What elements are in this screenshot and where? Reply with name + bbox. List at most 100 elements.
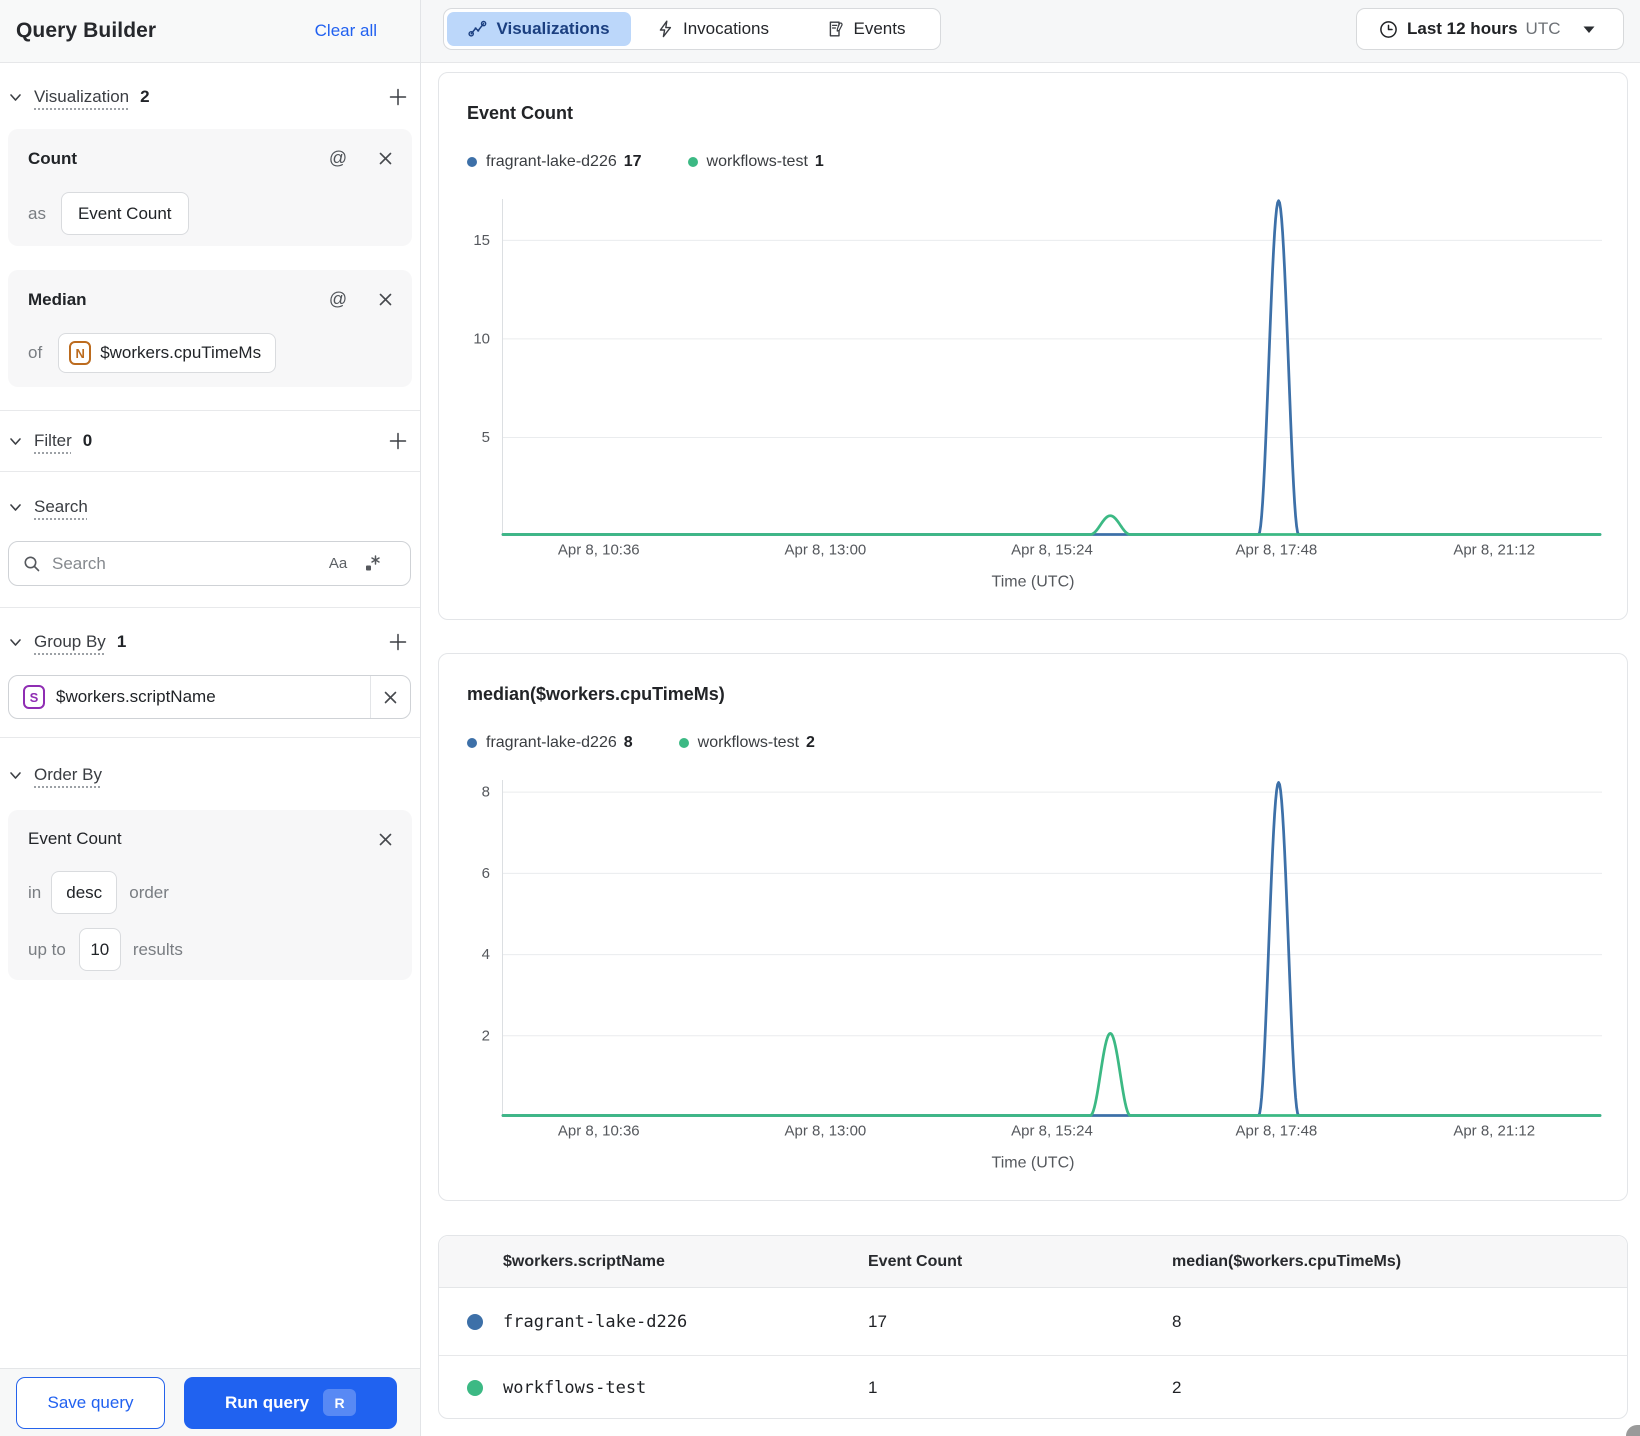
- add-visualization-button[interactable]: [384, 83, 412, 111]
- y-tick-label: 4: [482, 946, 490, 963]
- string-field-icon: S: [23, 685, 45, 709]
- groupby-field[interactable]: S $workers.scriptName: [8, 675, 411, 719]
- legend-item[interactable]: fragrant-lake-d226 17: [467, 153, 642, 171]
- alias-chip[interactable]: Event Count: [60, 192, 189, 235]
- clear-all-button[interactable]: Clear all: [315, 21, 377, 41]
- aggregation-card-median: Median @ of N $workers.cpuTimeMs: [8, 270, 412, 387]
- chart-plot: 5 10 15 Apr 8, 10:36 Apr 8, 13:00 Apr 8, 15:2…: [473, 199, 1602, 591]
- legend-series-value: 17: [623, 153, 642, 170]
- remove-median-icon[interactable]: [372, 286, 398, 312]
- legend-item[interactable]: workflows-test 1: [687, 153, 824, 171]
- section-orderby-header: Order By: [8, 759, 412, 791]
- time-range-select[interactable]: Last 12 hours UTC: [1356, 8, 1624, 50]
- query-builder-app: Query Builder Clear all Visualization 2 …: [0, 0, 1640, 1436]
- chevron-down-icon[interactable]: [8, 90, 34, 105]
- save-query-button[interactable]: Save query: [16, 1376, 165, 1429]
- remove-orderby-icon[interactable]: [372, 826, 398, 852]
- legend-item[interactable]: workflows-test 2: [678, 734, 815, 752]
- table-row[interactable]: fragrant-lake-d226 17 8: [439, 1288, 1627, 1355]
- legend-series-name: workflows-test: [697, 734, 800, 751]
- chevron-down-icon[interactable]: [8, 434, 34, 449]
- section-visualization-label: Visualization: [34, 87, 130, 106]
- table-column-header: Event Count: [868, 1252, 963, 1270]
- chevron-down-icon[interactable]: [8, 768, 34, 783]
- series-line-fragrant-lake-d226: [501, 781, 1602, 1117]
- remove-groupby-icon[interactable]: [370, 676, 410, 718]
- cell-value: 2: [1172, 1377, 1182, 1397]
- legend-dot: [678, 738, 689, 748]
- alias-icon[interactable]: @: [325, 145, 351, 171]
- in-label: in: [28, 882, 42, 902]
- direction-select[interactable]: desc: [51, 871, 118, 914]
- section-filter-header: Filter 0: [8, 425, 412, 457]
- chevron-down-icon[interactable]: [8, 500, 34, 515]
- chart-legend: fragrant-lake-d226 8 workflows-test 2: [467, 734, 815, 752]
- aggregation-title: Count: [28, 149, 78, 168]
- as-label: as: [28, 203, 46, 223]
- table-row[interactable]: workflows-test 1 2: [439, 1355, 1627, 1418]
- chart-line-icon: [468, 20, 487, 38]
- series-color-dot: [467, 1379, 483, 1396]
- regex-toggle-icon[interactable]: [358, 550, 386, 578]
- search-box: Aa: [8, 541, 411, 586]
- legend-dot: [467, 738, 477, 748]
- view-tabs: Visualizations Invocations Events: [443, 8, 941, 50]
- caret-down-icon: [1583, 22, 1595, 37]
- table-header-row: $workers.scriptName Event Count median($wo…: [439, 1236, 1627, 1288]
- cell-script-name: workflows-test: [503, 1377, 647, 1398]
- clock-icon: [1379, 20, 1398, 39]
- y-tick-label: 15: [473, 232, 490, 249]
- order-label: order: [129, 882, 169, 902]
- legend-series-name: workflows-test: [706, 153, 808, 170]
- x-tick-label: Apr 8, 17:48: [1236, 542, 1318, 559]
- series-line-fragrant-lake-d226: [501, 199, 1602, 536]
- visualization-count: 2: [140, 87, 150, 106]
- x-tick-label: Apr 8, 13:00: [785, 1123, 867, 1140]
- run-query-button[interactable]: Run query R: [184, 1376, 397, 1429]
- y-tick-label: 2: [482, 1027, 490, 1044]
- add-groupby-button[interactable]: [384, 628, 412, 656]
- section-groupby-label: Group By: [34, 632, 106, 651]
- aggregation-card-count: Count @ as Event Count: [8, 129, 412, 246]
- tab-invocations[interactable]: Invocations: [631, 12, 795, 46]
- series-line-workflows-test: [501, 514, 1602, 536]
- cell-value: 1: [868, 1377, 878, 1397]
- legend-series-value: 1: [814, 153, 824, 170]
- add-filter-button[interactable]: [384, 427, 412, 455]
- section-filter-label: Filter: [34, 431, 72, 450]
- x-tick-label: Apr 8, 15:24: [1011, 542, 1093, 559]
- run-shortcut-badge: R: [323, 1389, 357, 1416]
- remove-count-icon[interactable]: [372, 145, 398, 171]
- lightning-icon: [657, 20, 674, 38]
- y-tick-label: 8: [482, 784, 490, 801]
- tab-visualizations[interactable]: Visualizations: [447, 12, 631, 46]
- y-tick-label: 6: [482, 865, 490, 882]
- legend-item[interactable]: fragrant-lake-d226 8: [467, 734, 633, 752]
- search-icon: [23, 555, 41, 573]
- number-field-icon: N: [69, 341, 92, 365]
- alias-icon[interactable]: @: [325, 286, 351, 312]
- section-visualization-header: Visualization 2: [8, 81, 412, 113]
- section-search-label: Search: [34, 497, 88, 516]
- chevron-down-icon[interactable]: [8, 635, 34, 650]
- search-input[interactable]: [52, 553, 324, 574]
- chart-plot: 2 4 6 8 Apr 8, 10:36 Apr 8, 13:00 Apr 8, 15:24…: [482, 780, 1602, 1172]
- cell-script-name: fragrant-lake-d226: [503, 1311, 688, 1332]
- x-axis-title: Time (UTC): [992, 574, 1075, 591]
- filter-count: 0: [82, 431, 93, 450]
- legend-dot: [467, 157, 477, 167]
- chart-card-event-count: Event Count fragrant-lake-d226 17 workflows…: [438, 72, 1628, 620]
- match-case-toggle[interactable]: Aa: [324, 550, 352, 578]
- sidebar-footer: Save query Run query R: [0, 1368, 420, 1436]
- x-tick-label: Apr 8, 10:36: [558, 542, 640, 559]
- query-builder-sidebar: Query Builder Clear all Visualization 2 …: [0, 0, 421, 1436]
- section-groupby-header: Group By 1: [8, 626, 412, 658]
- limit-input[interactable]: 10: [78, 928, 121, 971]
- x-tick-label: Apr 8, 21:12: [1453, 1123, 1535, 1140]
- x-axis-title: Time (UTC): [992, 1155, 1075, 1172]
- section-search-header: Search: [8, 491, 412, 523]
- tab-events[interactable]: Events: [795, 12, 937, 46]
- of-label: of: [28, 343, 43, 362]
- field-chip[interactable]: N $workers.cpuTimeMs: [58, 333, 277, 373]
- orderby-field: Event Count: [28, 829, 122, 848]
